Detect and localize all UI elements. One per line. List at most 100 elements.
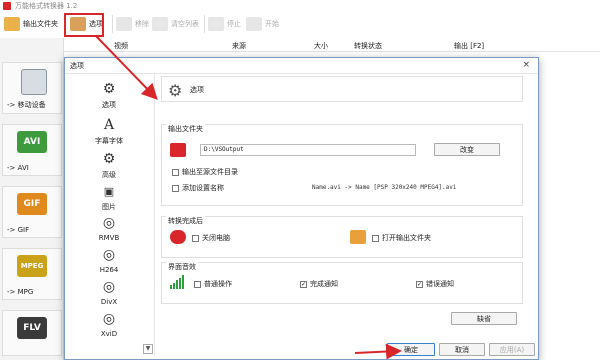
nav-xvid[interactable]: ◎ XviD [85, 310, 133, 338]
film-reel-icon: ◎ [102, 279, 116, 295]
shutdown-checkbox[interactable]: 关闭电脑 [192, 233, 230, 243]
interface-sound-section: 界面音效 普通操作 ✓ 完成通知 ✓ 错误通知 [161, 262, 523, 304]
error-notice-checkbox[interactable]: ✓ 错误通知 [416, 279, 454, 289]
nav-subtitle-font-label: 字幕字体 [95, 137, 123, 145]
ok-button[interactable]: 确定 [387, 343, 435, 356]
content-header-title: 选项 [190, 86, 204, 94]
after-conversion-section: 转换完成后 关闭电脑 打开输出文件夹 [161, 216, 523, 258]
normal-operation-box[interactable] [194, 280, 201, 288]
close-icon[interactable]: × [522, 60, 530, 70]
preset-mpg-label: -> MPG [7, 288, 34, 296]
nav-subtitle-font[interactable]: A 字幕字体 [85, 116, 133, 146]
app-title: 万能格式转换器 1.2 [15, 2, 78, 10]
dialog-footer: 确定 取消 应用(A) [65, 341, 538, 359]
shutdown-box[interactable] [192, 234, 199, 242]
preset-flv[interactable]: FLV [2, 310, 62, 356]
options-highlight-frame [64, 13, 104, 37]
output-folder-section: 输出文件夹 D:\VSOutput 改变 输出至源文件目录 添加设置名称 Nam… [161, 124, 523, 206]
picture-icon: ▣ [103, 184, 115, 198]
interface-sound-section-title: 界面音效 [166, 262, 198, 272]
advanced-gear-icon: ⚙ [102, 151, 116, 167]
options-content: ⚙ 选项 输出文件夹 D:\VSOutput 改变 输出至源文件目录 添加设置名… [161, 76, 531, 331]
clear-list-label: 清空列表 [171, 20, 199, 28]
save-to-source-label: 输出至源文件目录 [182, 168, 238, 176]
output-path-field[interactable]: D:\VSOutput [200, 144, 416, 156]
gear-icon: ⚙ [168, 81, 183, 100]
save-to-source-box[interactable] [172, 168, 179, 176]
col-size[interactable]: 大小 [314, 41, 328, 51]
start-button[interactable]: 开始 [246, 14, 279, 34]
clear-list-icon [152, 17, 168, 31]
output-folder-app-icon [170, 143, 186, 157]
default-button[interactable]: 缺省 [451, 312, 517, 325]
options-nav: ⚙ 选项 A 字幕字体 ⚙ 高级 ▣ 图片 ◎ RMVB ◎ H264 ◎ Di… [65, 74, 155, 356]
nav-picture-label: 图片 [102, 203, 116, 211]
nav-rmvb[interactable]: ◎ RMVB [85, 214, 133, 242]
open-folder-icon [350, 230, 366, 244]
output-folder-section-title: 输出文件夹 [166, 124, 205, 134]
preset-gif-label: -> GIF [7, 226, 30, 234]
after-conversion-section-title: 转换完成后 [166, 216, 205, 226]
output-folder-button[interactable]: 输出文件夹 [4, 14, 58, 34]
preset-panel: -> 移动设备 AVI -> AVI GIF -> GIF MPEG -> MP… [0, 38, 64, 360]
done-notice-box[interactable]: ✓ [300, 280, 307, 288]
nav-divx-label: DivX [100, 298, 118, 306]
nav-options[interactable]: ⚙ 选项 [85, 80, 133, 110]
mobile-device-icon [21, 69, 47, 95]
preset-avi[interactable]: AVI -> AVI [2, 124, 62, 176]
preset-avi-label: -> AVI [7, 164, 29, 172]
film-reel-icon: ◎ [102, 311, 116, 327]
cancel-button[interactable]: 取消 [439, 343, 485, 356]
preset-mobile[interactable]: -> 移动设备 [2, 62, 62, 114]
mpeg-badge-icon: MPEG [17, 255, 47, 277]
add-setting-name-label: 添加设置名称 [182, 184, 224, 192]
flv-badge-icon: FLV [17, 317, 47, 339]
shutdown-icon [170, 230, 186, 244]
add-setting-name-checkbox[interactable]: 添加设置名称 [172, 183, 224, 193]
dialog-title: 选项 [70, 62, 84, 70]
normal-operation-checkbox[interactable]: 普通操作 [194, 279, 232, 289]
output-folder-label: 输出文件夹 [23, 20, 58, 28]
sound-level-icon [170, 275, 186, 289]
col-convert-status[interactable]: 转换状态 [354, 41, 382, 51]
start-label: 开始 [265, 20, 279, 28]
preset-mpg[interactable]: MPEG -> MPG [2, 248, 62, 300]
nav-advanced[interactable]: ⚙ 高级 [85, 150, 133, 180]
error-notice-box[interactable]: ✓ [416, 280, 423, 288]
file-list-header: 视频 来源 大小 转换状态 输出 [F2] [64, 38, 600, 52]
folder-icon [4, 17, 20, 31]
open-output-folder-checkbox[interactable]: 打开输出文件夹 [372, 233, 431, 243]
preset-gif[interactable]: GIF -> GIF [2, 186, 62, 238]
add-setting-name-box[interactable] [172, 184, 179, 192]
open-output-folder-box[interactable] [372, 234, 379, 242]
done-notice-checkbox[interactable]: ✓ 完成通知 [300, 279, 338, 289]
nav-h264-label: H264 [99, 266, 119, 274]
font-icon: A [103, 117, 115, 133]
avi-badge-icon: AVI [17, 131, 47, 153]
preset-mobile-label: -> 移动设备 [7, 101, 46, 109]
col-source[interactable]: 来源 [232, 41, 246, 51]
gif-badge-icon: GIF [17, 193, 47, 215]
apply-button[interactable]: 应用(A) [489, 343, 535, 356]
dialog-title-bar: 选项 × [65, 58, 538, 74]
toolbar-divider [112, 15, 113, 33]
change-folder-button[interactable]: 改变 [434, 143, 500, 156]
stop-label: 停止 [227, 20, 241, 28]
nav-h264[interactable]: ◎ H264 [85, 246, 133, 274]
nav-xvid-label: XviD [100, 330, 118, 338]
clear-list-button[interactable]: 清空列表 [152, 14, 199, 34]
app-logo-icon [3, 2, 11, 10]
remove-button[interactable]: 移除 [116, 14, 149, 34]
save-to-source-checkbox[interactable]: 输出至源文件目录 [172, 167, 238, 177]
normal-operation-label: 普通操作 [204, 280, 232, 288]
nav-options-label: 选项 [102, 101, 116, 109]
stop-button[interactable]: 停止 [208, 14, 241, 34]
nav-divx[interactable]: ◎ DivX [85, 278, 133, 306]
nav-picture[interactable]: ▣ 图片 [85, 182, 133, 212]
shutdown-label: 关闭电脑 [202, 234, 230, 242]
film-reel-icon: ◎ [102, 247, 116, 263]
col-video[interactable]: 视频 [114, 41, 128, 51]
error-notice-label: 错误通知 [426, 280, 454, 288]
col-output[interactable]: 输出 [F2] [454, 41, 484, 51]
setting-name-example: Name.avi -> Name [PSP 320x240 MPEG4].avi [312, 184, 457, 191]
